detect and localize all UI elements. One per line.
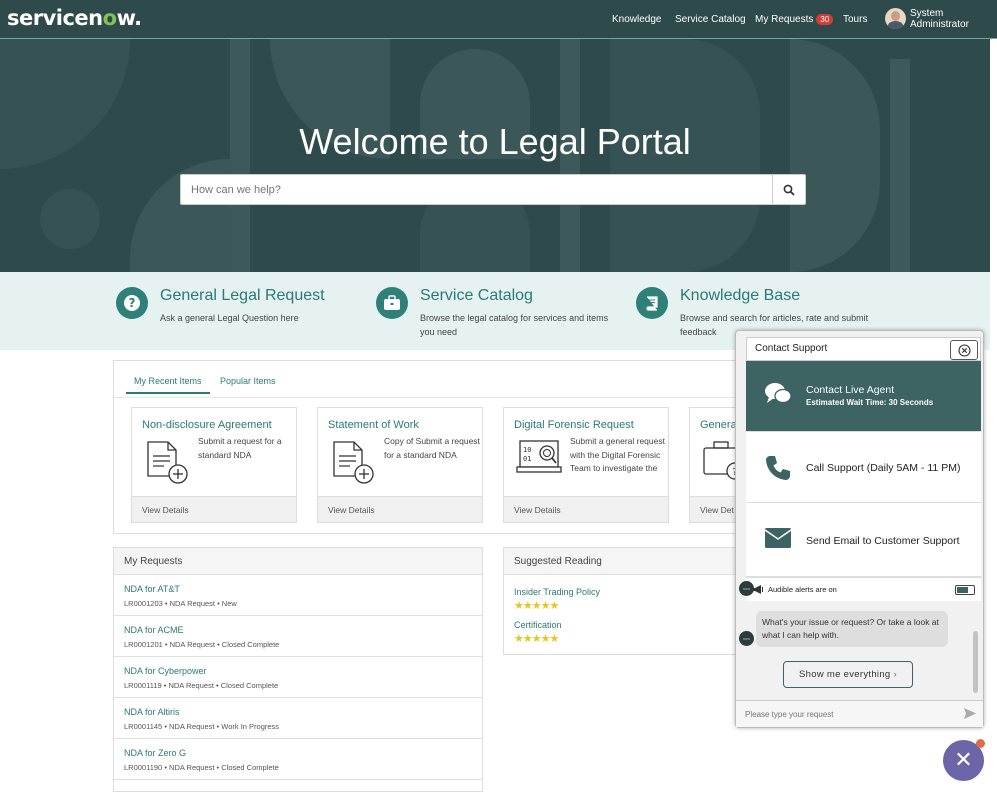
send-icon[interactable] — [963, 707, 977, 720]
nav-service-catalog[interactable]: Service Catalog — [675, 0, 746, 38]
search-button[interactable] — [772, 175, 805, 204]
audible-alerts-toggle[interactable] — [955, 585, 975, 595]
briefcase-icon — [376, 287, 408, 319]
document-add-icon — [147, 441, 188, 484]
portal-title: Welcome to Legal Portal — [299, 121, 691, 162]
chat-scrollbar[interactable] — [973, 631, 978, 693]
article-link[interactable]: Insider Trading Policy — [514, 587, 600, 597]
notification-dot — [976, 739, 985, 748]
close-chat-button[interactable] — [950, 340, 978, 360]
view-details-link[interactable]: View Details — [318, 496, 482, 522]
chat-bubbles-icon — [765, 383, 792, 404]
phone-icon — [766, 456, 790, 480]
show-me-everything-button[interactable]: Show me everything › — [783, 661, 913, 688]
svg-text:?: ? — [129, 296, 136, 310]
send-email-option[interactable]: Send Email to Customer Support — [746, 503, 981, 577]
tab-my-recent-items[interactable]: My Recent Items — [126, 376, 210, 394]
chat-message-input[interactable] — [736, 701, 946, 727]
search-input[interactable] — [181, 175, 771, 204]
view-details-link[interactable]: View Details — [132, 496, 296, 522]
request-row[interactable]: NDA for ACME LR0001201 • NDA Request • Cl… — [114, 616, 482, 657]
contact-support-chat: Contact Support Contact Live Agent Estim… — [735, 330, 984, 728]
request-row[interactable]: NDA for Altiris LR0001145 • NDA Request •… — [114, 698, 482, 739]
article-link[interactable]: Certification — [514, 620, 562, 630]
bot-message: What's your issue or request? Or take a … — [756, 611, 948, 647]
catalog-card[interactable]: Statement of Work Copy of Submit a reque… — [317, 407, 483, 523]
star-rating: ★★★★★ — [514, 600, 559, 612]
search-icon — [783, 184, 795, 196]
view-details-link[interactable]: View Details — [504, 496, 668, 522]
request-row[interactable]: NDA for Cyberpower LR0001119 • NDA Reques… — [114, 657, 482, 698]
top-navigation-bar: servicenow. Knowledge Service Catalog My… — [0, 0, 997, 39]
search-bar — [180, 174, 806, 205]
my-requests-title: My Requests — [114, 548, 482, 575]
requests-count-badge: 30 — [816, 13, 834, 25]
request-row[interactable]: NDA for AT&T LR0001203 • NDA Request • Ne… — [114, 575, 482, 616]
chat-input-area — [736, 700, 983, 727]
nav-tours[interactable]: Tours — [843, 0, 867, 38]
star-rating: ★★★★★ — [514, 633, 559, 645]
nav-knowledge[interactable]: Knowledge — [612, 0, 661, 38]
svg-text:01: 01 — [523, 455, 531, 463]
bot-avatar: now — [739, 631, 754, 646]
catalog-card[interactable]: Digital Forensic Request 10 01 Submit a g… — [503, 407, 669, 523]
document-add-icon — [333, 441, 374, 484]
user-avatar[interactable] — [885, 8, 906, 29]
bot-avatar: now — [739, 581, 754, 596]
nav-user-menu[interactable]: System Administrator — [910, 0, 997, 38]
request-row[interactable]: NDA for Zero G LR0001190 • NDA Request • … — [114, 739, 482, 780]
envelope-icon — [764, 528, 792, 548]
contact-support-header: Contact Support — [746, 337, 981, 361]
close-icon: ✕ — [954, 748, 973, 773]
catalog-card[interactable]: Non-disclosure Agreement Submit a reques… — [131, 407, 297, 523]
audible-alerts-row: Audible alerts are on — [746, 577, 981, 601]
close-icon — [957, 343, 971, 357]
close-chat-fab[interactable]: ✕ — [943, 739, 985, 781]
chevron-right-icon: › — [893, 669, 897, 680]
forensic-laptop-icon: 1001 — [516, 440, 562, 473]
my-requests-panel: My Requests NDA for AT&T LR0001203 • NDA … — [113, 547, 483, 792]
tab-popular-items[interactable]: Popular Items — [220, 376, 276, 386]
hero-banner: Welcome to Legal Portal — [0, 39, 990, 272]
suggested-reading-title: Suggested Reading — [504, 548, 752, 575]
call-support-option[interactable]: Call Support (Daily 5AM - 11 PM) — [746, 432, 981, 503]
suggested-reading-panel: Suggested Reading Insider Trading Policy… — [503, 547, 753, 655]
question-icon: ? — [116, 287, 148, 319]
contact-live-agent-option[interactable]: Contact Live Agent Estimated Wait Time: … — [746, 361, 981, 432]
servicenow-logo[interactable]: servicenow. — [7, 6, 142, 30]
svg-text:10: 10 — [523, 446, 531, 454]
nav-my-requests[interactable]: My Requests 30 — [755, 0, 834, 38]
recent-items-panel: My Recent Items Popular Items Non-disclo… — [113, 360, 753, 534]
items-tabs: My Recent Items Popular Items — [114, 361, 752, 398]
book-icon — [636, 287, 668, 319]
